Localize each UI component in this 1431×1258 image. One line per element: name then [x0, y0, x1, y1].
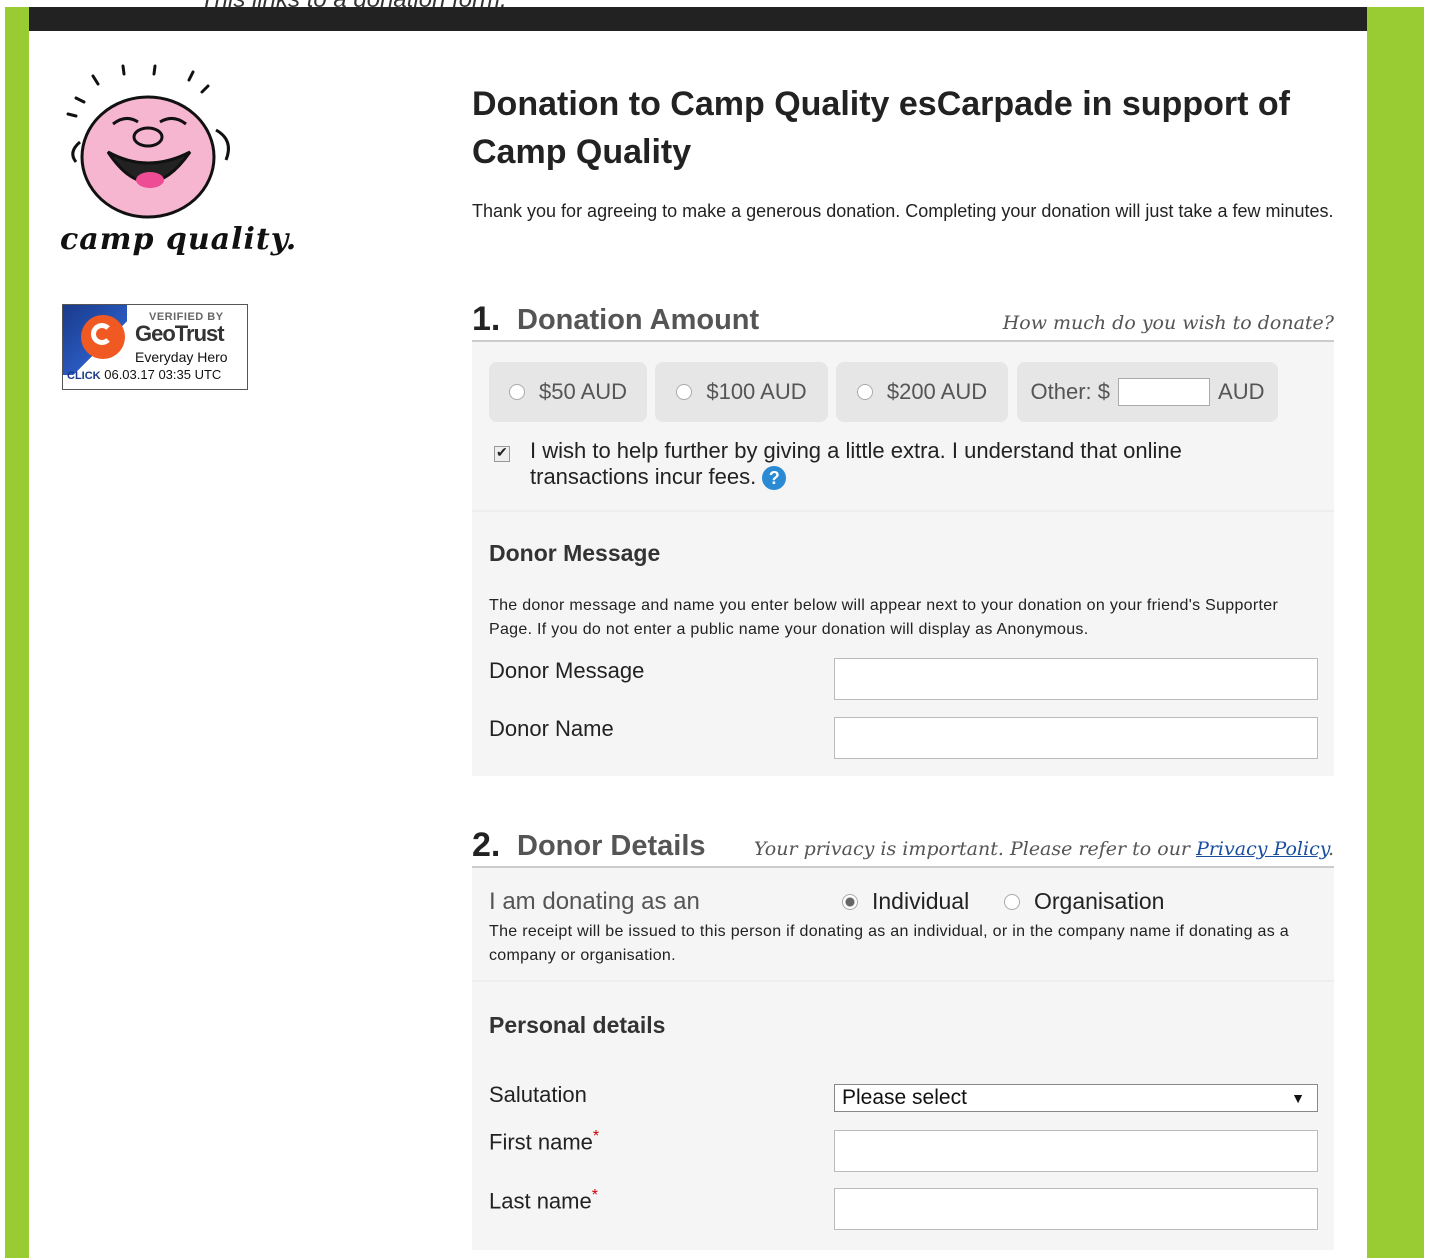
receipt-note: The receipt will be issued to this perso… [489, 923, 1289, 964]
amount-panel: $50 AUD $100 AUD $200 AUD Other: $ AUD I… [472, 342, 1334, 510]
chevron-down-icon: ▼ [1291, 1090, 1305, 1106]
salutation-label: Salutation [489, 1082, 587, 1107]
amount-option-50[interactable]: $50 AUD [489, 362, 647, 422]
privacy-policy-link[interactable]: Privacy Policy [1196, 838, 1328, 860]
intro-text: Thank you for agreeing to make a generou… [472, 201, 1334, 221]
first-name-label: First name* [489, 1128, 599, 1155]
section-hint: How much do you wish to donate? [1002, 312, 1334, 334]
individual-label: Individual [872, 888, 970, 914]
help-icon[interactable]: ? [762, 466, 787, 491]
right-border [1367, 7, 1424, 1258]
privacy-hint-suffix: . [1327, 838, 1334, 860]
organisation-option[interactable]: Organisation [1004, 888, 1164, 915]
geotrust-brand: GeoTrust [135, 321, 225, 346]
personal-details-heading: Personal details [489, 1012, 666, 1038]
amount-option-100[interactable]: $100 AUD [655, 362, 828, 422]
individual-option[interactable]: Individual [842, 888, 969, 915]
privacy-hint-text: Your privacy is important. Please refer … [753, 838, 1197, 860]
amount-option-200[interactable]: $200 AUD [836, 362, 1008, 422]
amount-label: $200 AUD [886, 379, 988, 404]
salutation-value: Please select [842, 1086, 967, 1109]
extra-fee-text: I wish to help further by giving a littl… [530, 438, 1182, 489]
radio-icon [1004, 893, 1020, 910]
required-mark: * [592, 1128, 600, 1145]
donor-name-input[interactable] [834, 717, 1318, 759]
first-name-text: First name [489, 1129, 593, 1155]
geotrust-click-line: CLICK 06.03.17 03:35 UTC [67, 367, 221, 382]
geotrust-subtitle: Everyday Hero [135, 349, 228, 365]
radio-icon [508, 384, 525, 400]
section-donation-amount-header: 1. Donation Amount How much do you wish … [472, 300, 1334, 342]
section-number: 1. [472, 300, 501, 338]
section-title: Donation Amount [517, 304, 760, 336]
amount-option-other: Other: $ AUD [1017, 362, 1278, 422]
radio-icon [856, 384, 873, 400]
last-name-input[interactable] [834, 1188, 1318, 1230]
organisation-label: Organisation [1034, 888, 1165, 914]
amount-label: $50 AUD [538, 379, 628, 404]
donor-type-panel: I am donating as an Individual Organisat… [472, 868, 1334, 980]
geotrust-timestamp: 06.03.17 03:35 UTC [104, 367, 222, 382]
geotrust-badge[interactable]: VERIFIED BY GeoTrust Everyday Hero CLICK… [62, 304, 248, 390]
last-name-text: Last name [489, 1188, 592, 1214]
page-title: Donation to Camp Quality esCarpade in su… [472, 85, 1290, 171]
radio-selected-icon [842, 893, 858, 910]
geotrust-arrow-icon [91, 323, 113, 345]
geotrust-click-label: CLICK [67, 370, 101, 382]
extra-fee-label: I wish to help further by giving a littl… [530, 438, 1290, 491]
donor-message-label: Donor Message [489, 658, 645, 683]
first-name-input[interactable] [834, 1130, 1318, 1172]
salutation-select[interactable]: Please select ▼ [834, 1084, 1318, 1112]
section-donor-details-header: 2. Donor Details Your privacy is importa… [472, 826, 1334, 868]
required-mark: * [591, 1187, 598, 1204]
donation-form: Donation to Camp Quality esCarpade in su… [472, 80, 1334, 1250]
donor-message-heading: Donor Message [489, 540, 661, 566]
donor-message-input[interactable] [834, 658, 1318, 700]
section-number: 2. [472, 826, 501, 864]
donating-as-label: I am donating as an [489, 888, 700, 915]
donor-message-panel: Donor Message The donor message and name… [472, 512, 1334, 776]
logo-wordmark: camp quality. [60, 222, 298, 257]
other-amount-input[interactable] [1118, 378, 1211, 406]
last-name-label: Last name* [489, 1187, 598, 1214]
caption-text: This links to a donation form. [200, 0, 507, 14]
donor-message-description: The donor message and name you enter bel… [489, 597, 1279, 638]
other-prefix: Other: $ [1030, 379, 1111, 404]
personal-details-panel: Personal details Salutation Please selec… [472, 982, 1334, 1250]
privacy-hint: Your privacy is important. Please refer … [754, 838, 1334, 860]
radio-icon [676, 384, 693, 400]
extra-fee-checkbox[interactable] [494, 444, 510, 462]
other-suffix: AUD [1218, 379, 1265, 404]
left-border [5, 7, 29, 1258]
donor-name-label: Donor Name [489, 716, 614, 741]
amount-label: $100 AUD [706, 379, 807, 404]
section-title: Donor Details [517, 830, 706, 862]
